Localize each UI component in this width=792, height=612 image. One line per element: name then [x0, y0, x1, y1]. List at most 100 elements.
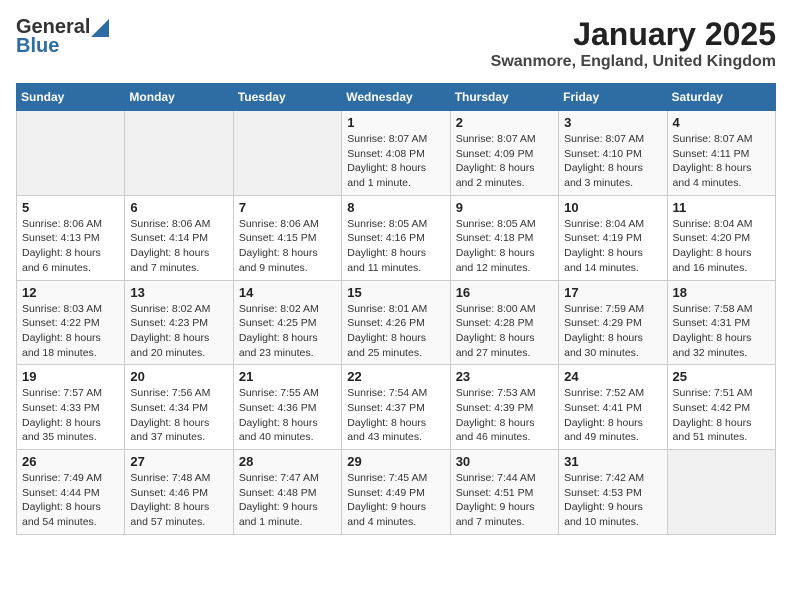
day-number: 9 [456, 200, 553, 215]
day-info: Sunrise: 8:07 AM Sunset: 4:11 PM Dayligh… [673, 132, 770, 191]
day-info: Sunrise: 8:04 AM Sunset: 4:20 PM Dayligh… [673, 217, 770, 276]
day-info: Sunrise: 7:45 AM Sunset: 4:49 PM Dayligh… [347, 471, 444, 530]
day-number: 13 [130, 285, 227, 300]
table-row: 24Sunrise: 7:52 AM Sunset: 4:41 PM Dayli… [559, 365, 667, 450]
day-info: Sunrise: 8:06 AM Sunset: 4:13 PM Dayligh… [22, 217, 119, 276]
day-number: 17 [564, 285, 661, 300]
day-number: 22 [347, 369, 444, 384]
table-row: 4 Sunrise: 8:07 AM Sunset: 4:11 PM Daylig… [667, 111, 775, 196]
day-number: 5 [22, 200, 119, 215]
table-row: 2Sunrise: 8:07 AM Sunset: 4:09 PM Daylig… [450, 111, 558, 196]
logo-triangle-icon [91, 19, 109, 37]
day-number: 10 [564, 200, 661, 215]
day-number: 26 [22, 454, 119, 469]
table-row: 13 Sunrise: 8:02 AM Sunset: 4:23 PM Dayli… [125, 280, 233, 365]
day-info: Sunrise: 7:51 AM Sunset: 4:42 PM Dayligh… [673, 386, 770, 445]
table-row: 22 Sunrise: 7:54 AM Sunset: 4:37 PM Dayli… [342, 365, 450, 450]
header-wednesday: Wednesday [342, 84, 450, 111]
day-info: Sunrise: 7:42 AM Sunset: 4:53 PM Dayligh… [564, 471, 661, 530]
table-row: 20Sunrise: 7:56 AM Sunset: 4:34 PM Dayli… [125, 365, 233, 450]
day-info: Sunrise: 7:52 AM Sunset: 4:41 PM Dayligh… [564, 386, 661, 445]
table-row: 12 Sunrise: 8:03 AM Sunset: 4:22 PM Dayli… [17, 280, 125, 365]
header-sunday: Sunday [17, 84, 125, 111]
location-title: Swanmore, England, United Kingdom [491, 53, 776, 71]
day-info: Sunrise: 8:03 AM Sunset: 4:22 PM Dayligh… [22, 302, 119, 361]
table-row: 28 Sunrise: 7:47 AM Sunset: 4:48 PM Dayli… [233, 450, 341, 535]
day-number: 30 [456, 454, 553, 469]
header-saturday: Saturday [667, 84, 775, 111]
day-number: 25 [673, 369, 770, 384]
day-number: 31 [564, 454, 661, 469]
header-thursday: Thursday [450, 84, 558, 111]
table-row: 31 Sunrise: 7:42 AM Sunset: 4:53 PM Dayli… [559, 450, 667, 535]
day-number: 29 [347, 454, 444, 469]
page-header: General Blue January 2025 Swanmore, Engl… [16, 16, 776, 71]
day-number: 27 [130, 454, 227, 469]
header-tuesday: Tuesday [233, 84, 341, 111]
day-number: 3 [564, 115, 661, 130]
table-row: 21 Sunrise: 7:55 AM Sunset: 4:36 PM Dayli… [233, 365, 341, 450]
day-info: Sunrise: 7:55 AM Sunset: 4:36 PM Dayligh… [239, 386, 336, 445]
table-row: 17 Sunrise: 7:59 AM Sunset: 4:29 PM Dayli… [559, 280, 667, 365]
day-number: 28 [239, 454, 336, 469]
table-row: 15 Sunrise: 8:01 AM Sunset: 4:26 PM Dayli… [342, 280, 450, 365]
day-number: 19 [22, 369, 119, 384]
table-row: 18 Sunrise: 7:58 AM Sunset: 4:31 PM Dayli… [667, 280, 775, 365]
calendar-week-row: 1 Sunrise: 8:07 AM Sunset: 4:08 PM Daylig… [17, 111, 776, 196]
day-info: Sunrise: 7:58 AM Sunset: 4:31 PM Dayligh… [673, 302, 770, 361]
day-number: 7 [239, 200, 336, 215]
day-info: Sunrise: 7:59 AM Sunset: 4:29 PM Dayligh… [564, 302, 661, 361]
day-info: Sunrise: 8:06 AM Sunset: 4:14 PM Dayligh… [130, 217, 227, 276]
day-info: Sunrise: 8:02 AM Sunset: 4:23 PM Dayligh… [130, 302, 227, 361]
table-row: 10 Sunrise: 8:04 AM Sunset: 4:19 PM Dayli… [559, 195, 667, 280]
day-info: Sunrise: 8:07 AM Sunset: 4:10 PM Dayligh… [564, 132, 661, 191]
table-row: 26Sunrise: 7:49 AM Sunset: 4:44 PM Dayli… [17, 450, 125, 535]
table-row: 23 Sunrise: 7:53 AM Sunset: 4:39 PM Dayli… [450, 365, 558, 450]
day-info: Sunrise: 7:44 AM Sunset: 4:51 PM Dayligh… [456, 471, 553, 530]
day-info: Sunrise: 8:07 AM Sunset: 4:08 PM Dayligh… [347, 132, 444, 191]
calendar-week-row: 12 Sunrise: 8:03 AM Sunset: 4:22 PM Dayli… [17, 280, 776, 365]
table-row: 5 Sunrise: 8:06 AM Sunset: 4:13 PM Daylig… [17, 195, 125, 280]
day-number: 21 [239, 369, 336, 384]
day-number: 18 [673, 285, 770, 300]
table-row: 19 Sunrise: 7:57 AM Sunset: 4:33 PM Dayli… [17, 365, 125, 450]
day-number: 23 [456, 369, 553, 384]
day-info: Sunrise: 7:53 AM Sunset: 4:39 PM Dayligh… [456, 386, 553, 445]
table-row [233, 111, 341, 196]
day-number: 1 [347, 115, 444, 130]
day-info: Sunrise: 7:47 AM Sunset: 4:48 PM Dayligh… [239, 471, 336, 530]
table-row: 30 Sunrise: 7:44 AM Sunset: 4:51 PM Dayli… [450, 450, 558, 535]
day-info: Sunrise: 7:57 AM Sunset: 4:33 PM Dayligh… [22, 386, 119, 445]
day-info: Sunrise: 8:01 AM Sunset: 4:26 PM Dayligh… [347, 302, 444, 361]
table-row: 27Sunrise: 7:48 AM Sunset: 4:46 PM Dayli… [125, 450, 233, 535]
table-row: 16Sunrise: 8:00 AM Sunset: 4:28 PM Dayli… [450, 280, 558, 365]
table-row: 1 Sunrise: 8:07 AM Sunset: 4:08 PM Daylig… [342, 111, 450, 196]
day-number: 12 [22, 285, 119, 300]
table-row: 11 Sunrise: 8:04 AM Sunset: 4:20 PM Dayli… [667, 195, 775, 280]
day-info: Sunrise: 7:54 AM Sunset: 4:37 PM Dayligh… [347, 386, 444, 445]
table-row: 6Sunrise: 8:06 AM Sunset: 4:14 PM Daylig… [125, 195, 233, 280]
day-number: 15 [347, 285, 444, 300]
calendar-week-row: 19 Sunrise: 7:57 AM Sunset: 4:33 PM Dayli… [17, 365, 776, 450]
day-info: Sunrise: 8:06 AM Sunset: 4:15 PM Dayligh… [239, 217, 336, 276]
day-info: Sunrise: 8:05 AM Sunset: 4:18 PM Dayligh… [456, 217, 553, 276]
day-info: Sunrise: 8:04 AM Sunset: 4:19 PM Dayligh… [564, 217, 661, 276]
day-number: 11 [673, 200, 770, 215]
month-title: January 2025 [491, 16, 776, 53]
calendar-table: Sunday Monday Tuesday Wednesday Thursday… [16, 83, 776, 535]
day-number: 14 [239, 285, 336, 300]
day-info: Sunrise: 8:02 AM Sunset: 4:25 PM Dayligh… [239, 302, 336, 361]
table-row [17, 111, 125, 196]
day-info: Sunrise: 8:07 AM Sunset: 4:09 PM Dayligh… [456, 132, 553, 191]
day-number: 20 [130, 369, 227, 384]
table-row [667, 450, 775, 535]
table-row: 8Sunrise: 8:05 AM Sunset: 4:16 PM Daylig… [342, 195, 450, 280]
logo: General Blue [16, 16, 110, 58]
table-row: 29 Sunrise: 7:45 AM Sunset: 4:49 PM Dayli… [342, 450, 450, 535]
table-row: 14 Sunrise: 8:02 AM Sunset: 4:25 PM Dayli… [233, 280, 341, 365]
table-row: 9 Sunrise: 8:05 AM Sunset: 4:18 PM Daylig… [450, 195, 558, 280]
day-info: Sunrise: 8:00 AM Sunset: 4:28 PM Dayligh… [456, 302, 553, 361]
day-number: 8 [347, 200, 444, 215]
day-number: 4 [673, 115, 770, 130]
calendar-week-row: 5 Sunrise: 8:06 AM Sunset: 4:13 PM Daylig… [17, 195, 776, 280]
